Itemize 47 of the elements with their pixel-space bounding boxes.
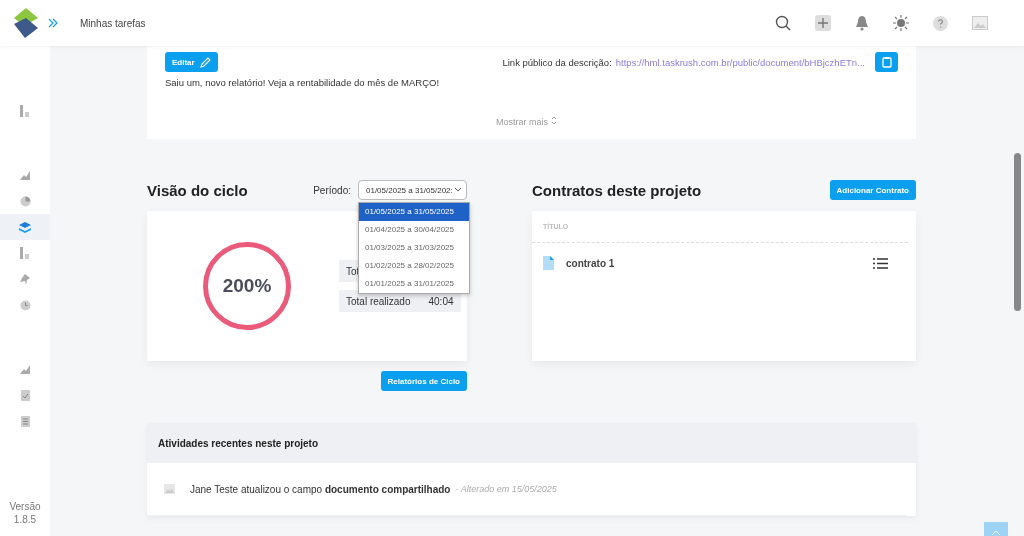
page-title: Minhas tarefas (80, 17, 146, 29)
expand-icon[interactable] (48, 18, 58, 28)
logo-icon (12, 8, 38, 38)
period-select[interactable]: 01/05/2025 a 31/05/202: (358, 180, 467, 200)
caret-icon (454, 187, 462, 193)
clock-icon (19, 299, 31, 311)
area-chart-icon (20, 170, 30, 180)
bar-chart-icon (20, 247, 30, 259)
section-title: Contratos deste projeto (532, 181, 702, 199)
period-option[interactable]: 01/04/2025 a 30/04/2025 (359, 221, 469, 239)
activity-date: - Alterado em 15/05/2025 (455, 484, 557, 494)
copy-button[interactable] (875, 52, 898, 72)
chevron-up-icon (991, 530, 1001, 536)
section-title: Visão do ciclo (147, 181, 248, 199)
sun-icon[interactable] (893, 15, 909, 31)
period-label: Período: (313, 184, 351, 196)
version-number: 1.8.5 (13, 513, 37, 526)
bell-icon[interactable] (855, 15, 869, 31)
activity-title: Atividades recentes neste projeto (158, 437, 319, 449)
image-icon[interactable] (972, 16, 988, 30)
clipboard-icon (881, 56, 892, 68)
sidebar-item[interactable] (0, 214, 50, 240)
contract-name[interactable]: contrato 1 (566, 257, 861, 269)
version-label: Versão (9, 500, 41, 513)
activity-text: Jane Teste atualizou o campo documento compartilhado (190, 483, 451, 495)
scrollbar-thumb[interactable] (1014, 153, 1021, 311)
file-icon (543, 256, 554, 270)
pin-icon (20, 273, 30, 285)
layers-icon (19, 221, 31, 233)
description-text: Saiu um, novo relatório! Veja a rentabilidade do mês de MARÇO! (165, 77, 441, 88)
checklist-icon (20, 389, 30, 401)
sort-icon (550, 116, 557, 125)
image-icon (164, 484, 175, 494)
pencil-icon (199, 56, 211, 68)
help-icon[interactable] (933, 15, 948, 31)
progress-ring: 200% (203, 242, 291, 330)
search-icon[interactable] (775, 15, 791, 31)
document-icon (20, 415, 30, 427)
period-option[interactable]: 01/05/2025 a 31/05/2025 (359, 203, 469, 221)
bar-chart-icon (20, 105, 30, 117)
public-link[interactable]: https://hml.taskrush.com.br/public/document/bHBjczhETn... (615, 56, 865, 68)
link-label: Link público da descrição: (502, 56, 612, 68)
add-icon[interactable] (815, 15, 831, 31)
period-option[interactable]: 01/03/2025 a 31/03/2025 (359, 239, 469, 257)
pie-chart-icon (19, 195, 31, 207)
area-chart-icon (20, 364, 30, 374)
list-icon[interactable] (873, 257, 888, 269)
